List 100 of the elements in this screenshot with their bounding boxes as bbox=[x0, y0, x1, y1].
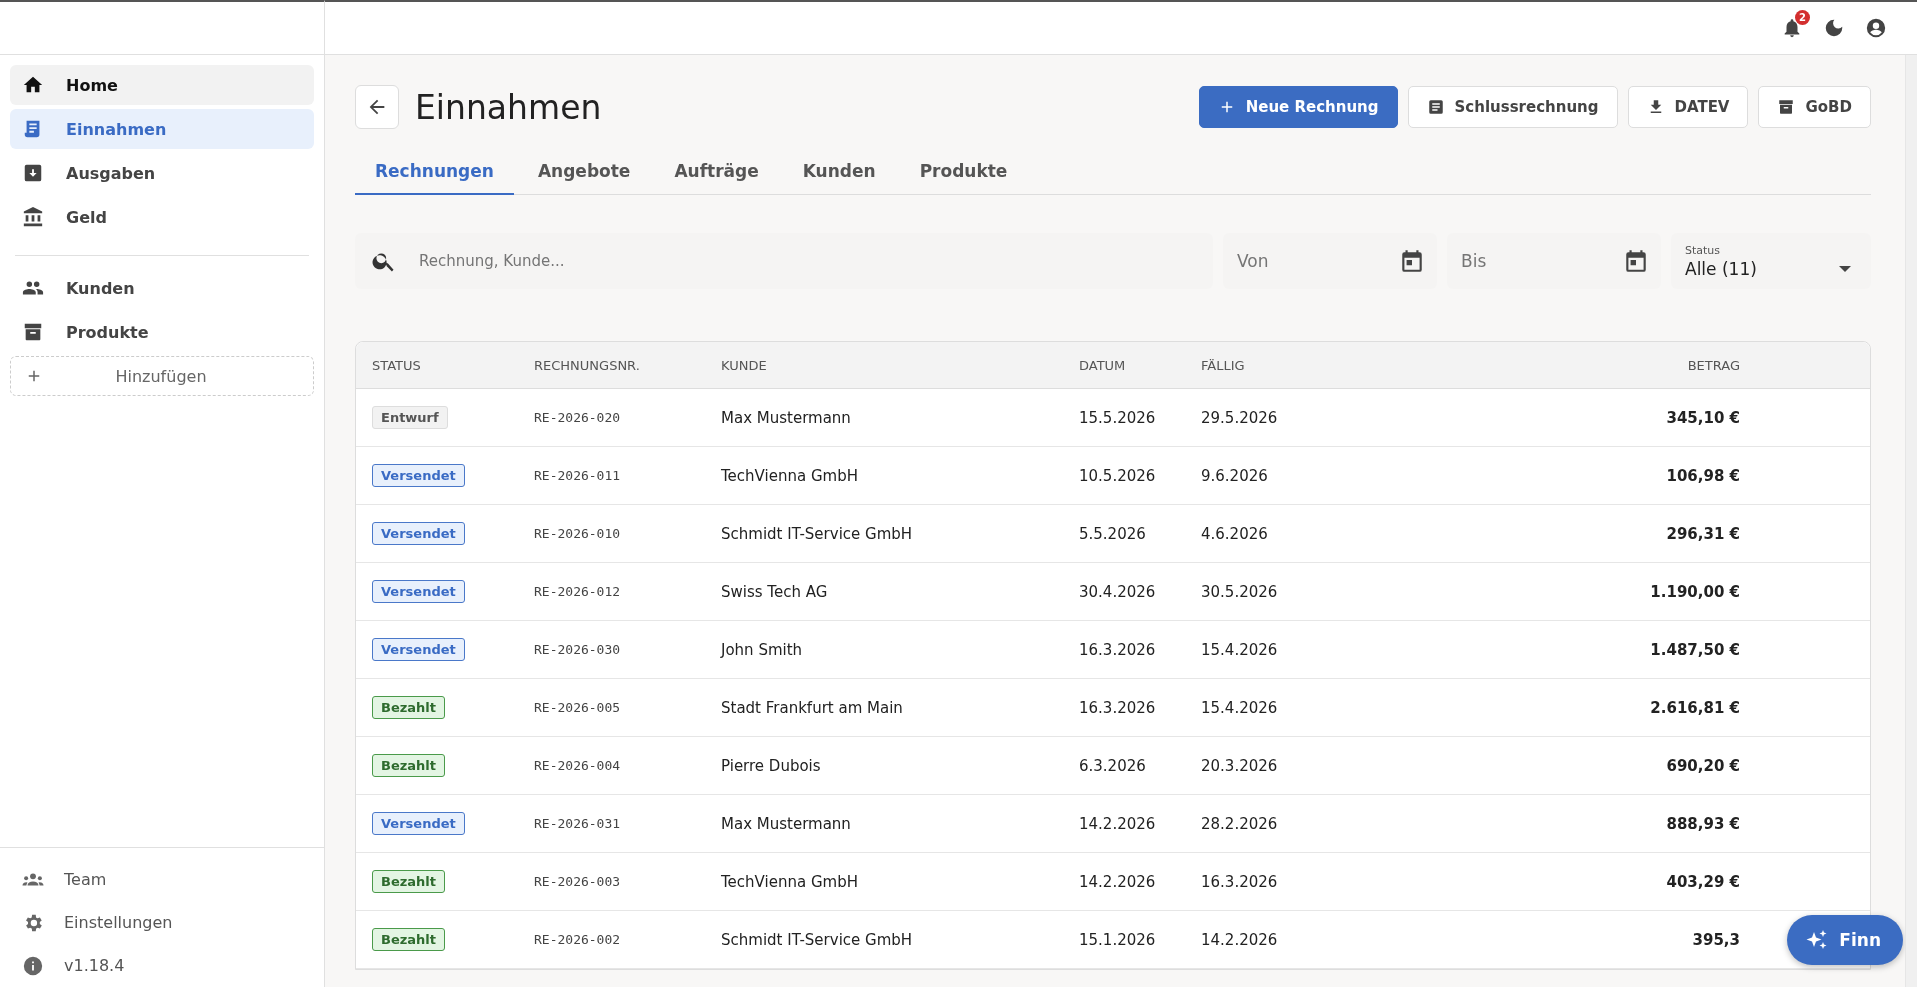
sidebar-footer-item: v1.18.4 bbox=[10, 944, 314, 987]
status-badge: Versendet bbox=[372, 812, 465, 835]
add-button[interactable]: Hinzufügen bbox=[10, 356, 314, 396]
table-cell-text: RE-2026-010 bbox=[534, 526, 622, 541]
tab[interactable]: Aufträge bbox=[654, 149, 779, 195]
tab[interactable]: Produkte bbox=[899, 149, 1028, 195]
table-cell-text: RE-2026-030 bbox=[534, 642, 622, 657]
tab[interactable]: Rechnungen bbox=[355, 149, 514, 195]
table-cell-text: 14.2.2026 bbox=[1201, 930, 1279, 949]
moon-icon bbox=[1823, 17, 1845, 39]
table-cell-text: 1.190,00 € bbox=[1649, 582, 1740, 601]
status-badge: Bezahlt bbox=[372, 870, 445, 893]
account-icon bbox=[1865, 17, 1887, 39]
status-badge: Versendet bbox=[372, 580, 465, 603]
inbox-icon bbox=[22, 162, 44, 184]
table-cell-text: 296,31 € bbox=[1665, 524, 1740, 543]
table-cell-text: Schmidt IT-Service GmbH bbox=[721, 524, 914, 543]
table-cell-text: 15.1.2026 bbox=[1079, 930, 1157, 949]
action-button[interactable]: DATEV bbox=[1627, 86, 1749, 128]
status-badge: Bezahlt bbox=[372, 696, 445, 719]
table-cell-text: 888,93 € bbox=[1665, 814, 1740, 833]
sidebar-footer-item[interactable]: Team bbox=[10, 858, 314, 901]
back-button[interactable] bbox=[355, 85, 399, 129]
status-badge: Entwurf bbox=[372, 406, 448, 429]
dropdown-value: Alle (11) bbox=[1685, 258, 1757, 279]
table-cell-text: 345,10 € bbox=[1665, 408, 1740, 427]
table-cell-text: RE-2026-005 bbox=[534, 700, 622, 715]
table-cell-text: Stadt Frankfurt am Main bbox=[721, 698, 904, 717]
action-button[interactable]: Schlussrechnung bbox=[1407, 86, 1618, 128]
table-cell-text: 14.2.2026 bbox=[1079, 814, 1157, 833]
status-badge: Versendet bbox=[372, 638, 465, 661]
column-header: STATUS bbox=[372, 357, 422, 373]
table-cell-text: 16.3.2026 bbox=[1079, 640, 1157, 659]
column-header: KUNDE bbox=[721, 357, 768, 373]
table-cell-text: 9.6.2026 bbox=[1201, 466, 1269, 485]
assistant-button[interactable]: Finn bbox=[1787, 915, 1903, 965]
page-title: Einnahmen bbox=[415, 87, 603, 127]
caret-icon bbox=[1839, 265, 1851, 272]
table-cell-text: 16.3.2026 bbox=[1201, 872, 1279, 891]
action-button[interactable]: GoBD bbox=[1758, 86, 1871, 128]
table-cell-text: John Smith bbox=[721, 640, 804, 659]
table-cell-text: 403,29 € bbox=[1665, 872, 1740, 891]
table-cell-text: 29.5.2026 bbox=[1201, 408, 1279, 427]
tab[interactable]: Kunden bbox=[782, 149, 896, 195]
table-cell-text: 6.3.2026 bbox=[1079, 756, 1147, 775]
table-cell-text: 28.2.2026 bbox=[1201, 814, 1279, 833]
sidebar-item[interactable]: Kunden bbox=[10, 268, 314, 308]
table-cell-text: 1.487,50 € bbox=[1649, 640, 1740, 659]
table-cell-text: Max Mustermann bbox=[721, 814, 852, 833]
table-cell-text: Swiss Tech AG bbox=[721, 582, 829, 601]
notification-count: 2 bbox=[1795, 10, 1810, 25]
sidebar-item[interactable]: Ausgaben bbox=[10, 153, 314, 193]
status-badge: Bezahlt bbox=[372, 928, 445, 951]
archive-box-icon bbox=[22, 321, 44, 343]
action-button[interactable]: Neue Rechnung bbox=[1198, 86, 1398, 128]
document-icon bbox=[1426, 98, 1445, 116]
table-cell-text: 690,20 € bbox=[1665, 756, 1740, 775]
sidebar-item[interactable]: Einnahmen bbox=[10, 109, 314, 149]
table-cell-text: 395,3 bbox=[1691, 930, 1740, 949]
table-cell-text: 4.6.2026 bbox=[1201, 524, 1269, 543]
archive-box-icon bbox=[1777, 98, 1796, 116]
table-cell-text: 10.5.2026 bbox=[1079, 466, 1157, 485]
table-cell-text: 16.3.2026 bbox=[1079, 698, 1157, 717]
table-cell-text: RE-2026-003 bbox=[534, 874, 622, 889]
table-cell-text: RE-2026-011 bbox=[534, 468, 622, 483]
table-cell-text: RE-2026-002 bbox=[534, 932, 622, 947]
info-icon bbox=[22, 954, 44, 977]
sidebar-footer-item[interactable]: Einstellungen bbox=[10, 901, 314, 944]
field-label: Status bbox=[1685, 243, 1721, 257]
table-cell-text: 30.4.2026 bbox=[1079, 582, 1157, 601]
table-cell-text: 15.5.2026 bbox=[1079, 408, 1157, 427]
status-badge: Bezahlt bbox=[372, 754, 445, 777]
table-cell-text: Schmidt IT-Service GmbH bbox=[721, 930, 914, 949]
calendar-icon bbox=[1399, 248, 1425, 274]
status-badge: Versendet bbox=[372, 522, 465, 545]
table-cell-text: RE-2026-012 bbox=[534, 584, 622, 599]
table-cell-text: 15.4.2026 bbox=[1201, 640, 1279, 659]
sidebar-item[interactable]: Geld bbox=[10, 197, 314, 237]
table-cell-text: 5.5.2026 bbox=[1079, 524, 1147, 543]
table-cell-text: RE-2026-004 bbox=[534, 758, 622, 773]
column-header: FÄLLIG bbox=[1201, 357, 1246, 373]
table-cell-text: 106,98 € bbox=[1665, 466, 1740, 485]
table-cell-text: 15.4.2026 bbox=[1201, 698, 1279, 717]
table-cell-text: TechVienna GmbH bbox=[721, 872, 859, 891]
column-header: DATUM bbox=[1079, 357, 1127, 373]
sidebar-item[interactable]: Home bbox=[10, 65, 314, 105]
sidebar-item[interactable]: Produkte bbox=[10, 312, 314, 352]
scrollbar[interactable] bbox=[1905, 55, 1917, 987]
column-header: BETRAG bbox=[1686, 357, 1740, 373]
table-cell-text: RE-2026-020 bbox=[534, 410, 622, 425]
calendar-icon bbox=[1623, 248, 1649, 274]
column-header: RECHNUNGSNR. bbox=[534, 357, 641, 373]
table-cell-text: 30.5.2026 bbox=[1201, 582, 1279, 601]
table-cell-text: 2.616,81 € bbox=[1649, 698, 1740, 717]
table-cell-text: Pierre Dubois bbox=[721, 756, 822, 775]
table-cell-text: 14.2.2026 bbox=[1079, 872, 1157, 891]
table-cell-text: 20.3.2026 bbox=[1201, 756, 1279, 775]
bank-icon bbox=[22, 206, 44, 228]
table-cell-text: TechVienna GmbH bbox=[721, 466, 859, 485]
tab[interactable]: Angebote bbox=[517, 149, 651, 195]
